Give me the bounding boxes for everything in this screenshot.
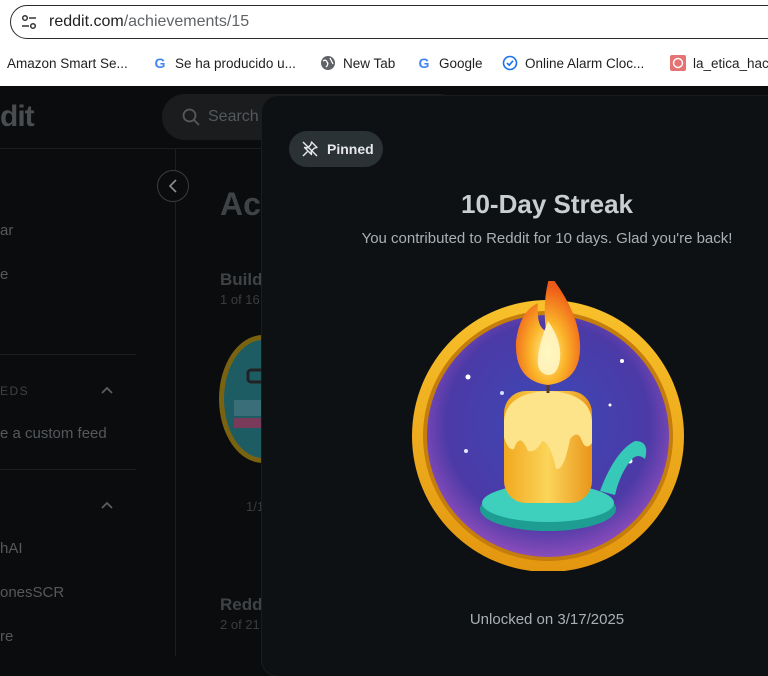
url-text[interactable]: reddit.com/achievements/15 [49, 13, 249, 31]
bookmark-new-tab[interactable]: New Tab [320, 46, 395, 80]
bookmarks-bar: Amazon Smart Se... G Se ha producido u..… [0, 46, 768, 80]
achievement-modal: Pinned 10-Day Streak You contributed to … [262, 96, 768, 676]
bookmark-label: Google [439, 55, 483, 71]
globe-icon [321, 56, 335, 70]
bookmark-la-etica[interactable]: la_etica_hac [670, 46, 768, 80]
chevron-up-icon[interactable] [101, 501, 113, 509]
search-icon [182, 108, 200, 126]
alarm-check-icon [502, 55, 518, 71]
section-count: 1 of 16 [220, 292, 260, 307]
bookmark-google-error[interactable]: G Se ha producido u... [152, 46, 296, 80]
sidebar-item[interactable]: ar [0, 222, 13, 239]
bookmark-online-alarm[interactable]: Online Alarm Cloc... [502, 46, 644, 80]
bookmark-label: New Tab [343, 55, 396, 71]
section-title: Redd [220, 595, 263, 614]
bookmark-label: la_etica_hac [693, 55, 768, 71]
google-icon: G [154, 55, 166, 71]
chevron-up-icon[interactable] [101, 386, 113, 394]
collapse-sidebar-button[interactable] [157, 170, 189, 202]
sidebar-community[interactable]: re [0, 628, 13, 645]
achievement-description: You contributed to Reddit for 10 days. G… [361, 230, 733, 247]
page-title: Ac [220, 186, 261, 222]
pinned-label: Pinned [327, 141, 374, 157]
section-count: 2 of 21 [220, 617, 260, 632]
url-domain: reddit.com [49, 13, 124, 30]
sidebar-divider-line [0, 354, 136, 355]
sidebar-section-feeds[interactable]: EDS [0, 384, 29, 398]
candle-badge-icon [412, 281, 684, 571]
reddit-logo[interactable]: dit [0, 100, 35, 134]
unpin-icon [302, 141, 318, 157]
bookmark-label: Online Alarm Cloc... [525, 55, 645, 71]
sidebar-community[interactable]: hAI [0, 540, 23, 557]
search-placeholder: Search [208, 108, 259, 125]
site-settings-icon[interactable] [20, 13, 38, 31]
address-bar[interactable]: reddit.com/achievements/15 [10, 5, 768, 39]
bookmark-label: Amazon Smart Se... [7, 55, 128, 71]
browser-chrome: reddit.com/achievements/15 Amazon Smart … [0, 0, 768, 86]
achievement-title: 10-Day Streak [461, 189, 633, 219]
sidebar-community[interactable]: onesSCR [0, 584, 64, 601]
unlocked-date: Unlocked on 3/17/2025 [469, 611, 625, 628]
bookmark-amazon[interactable]: Amazon Smart Se... [7, 46, 128, 80]
section-title: Build [220, 270, 263, 289]
sidebar-divider [175, 149, 176, 656]
sidebar-create-feed[interactable]: e a custom feed [0, 425, 107, 442]
google-icon: G [418, 55, 430, 71]
sidebar-item[interactable]: e [0, 266, 8, 283]
bookmark-label: Se ha producido u... [175, 55, 296, 71]
url-path: /achievements/15 [123, 13, 250, 30]
chevron-left-icon [168, 179, 177, 193]
site-icon [670, 55, 686, 71]
pinned-button[interactable]: Pinned [289, 131, 383, 167]
bookmark-google[interactable]: G Google [416, 46, 483, 80]
sidebar-divider-line [0, 469, 136, 470]
